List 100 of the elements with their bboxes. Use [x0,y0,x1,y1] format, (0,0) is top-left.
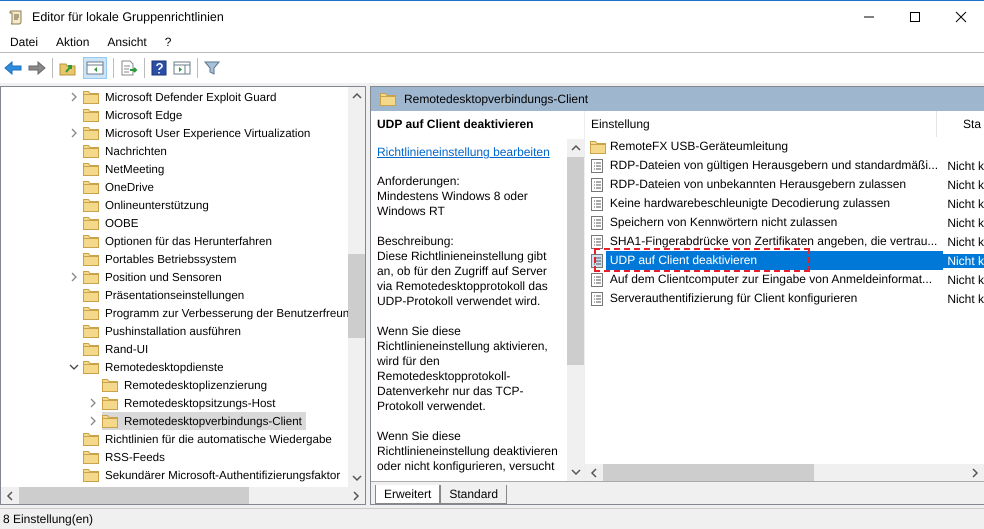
forward-arrow-icon[interactable] [28,60,46,76]
expand-chevron-icon[interactable] [69,128,79,138]
list-row[interactable]: RDP-Dateien von gültigen Herausgebern und standardmäßi... Nicht k [585,156,984,175]
tree-item[interactable]: Microsoft Edge [83,106,186,124]
folder-icon [83,252,99,266]
scroll-thumb[interactable] [348,254,365,338]
tree-item[interactable]: Pushinstallation ausführen [83,322,245,340]
scroll-right-icon[interactable] [352,490,360,500]
scroll-left-icon[interactable] [6,490,14,500]
folder-icon [83,162,99,176]
menu-item[interactable]: ? [158,35,178,49]
tree-item[interactable]: Nachrichten [83,142,171,160]
setting-name: SHA1-Fingerabdrücke von Zertifikaten angeben, die vertrau... [608,233,938,250]
folder-icon [102,378,118,392]
expand-chevron-icon[interactable] [88,416,98,426]
folder-icon [83,306,99,320]
tree-item[interactable]: OOBE [83,214,143,232]
description-text: Beschreibung: Diese Richtlinieneinstellung gibt an, ob für den Zugriff auf Server via Remotedesktopprotokoll das UDP-Protokoll verwendet wird. [377,234,549,309]
menu-item[interactable]: Aktion [50,35,96,49]
scroll-thumb[interactable] [603,464,814,481]
folder-icon [83,126,99,140]
setting-name: RemoteFX USB-Geräteumleitung [609,138,790,155]
expand-chevron-icon[interactable] [88,398,98,408]
scrollbar[interactable] [567,139,584,481]
state-text: Nicht k [946,234,984,248]
state-text: Nicht k [943,254,984,268]
column-header[interactable]: Einstellung [585,111,937,137]
close-icon[interactable] [955,10,967,22]
export-list-icon[interactable] [120,60,138,76]
document-icon [590,176,604,192]
menu-item[interactable]: Ansicht [101,35,153,49]
tab[interactable]: Erweitert [375,485,440,504]
scrollbar[interactable] [348,87,365,487]
scroll-up-icon[interactable] [570,144,580,152]
folder-icon [83,324,99,338]
tree-item[interactable]: RSS-Feeds [83,448,169,466]
folder-icon [83,342,99,356]
setting-name: Auf dem Clientcomputer zur Eingabe von Anmeldeinformat... [608,271,934,288]
scroll-right-icon[interactable] [971,468,979,478]
column-header[interactable]: Sta [937,111,984,137]
back-arrow-icon[interactable] [4,60,22,76]
menu-item[interactable]: Datei [4,35,44,49]
tree-toggle-button[interactable] [83,57,107,79]
document-icon [590,252,604,268]
document-icon [590,214,604,230]
tree-item[interactable]: OneDrive [83,178,158,196]
tree-item[interactable]: Remotedesktopdienste [83,358,228,376]
setting-name: Keine hardwarebeschleunigte Decodierung zulassen [608,195,892,212]
tree-item[interactable]: Richtlinien für die automatische Wiedergabe [83,430,336,448]
folder-icon [83,450,99,464]
folder-icon [83,360,99,374]
list-row[interactable]: Speichern von Kennwörtern nicht zulassen Nicht k [585,213,984,232]
tree-item[interactable]: Präsentationseinstellungen [83,286,248,304]
filter-icon[interactable] [204,60,220,76]
setting-name: RDP-Dateien von unbekannten Herausgebern zulassen [608,176,908,193]
tree-item[interactable]: Portables Betriebssystem [83,250,240,268]
scroll-thumb[interactable] [567,157,584,366]
scroll-up-icon[interactable] [352,92,362,100]
state-text: Nicht k [946,272,984,286]
tree-item[interactable]: NetMeeting [83,160,168,178]
scroll-thumb[interactable] [19,487,249,504]
folder-icon [83,198,99,212]
state-text: Nicht k [946,158,984,172]
list-row[interactable]: RDP-Dateien von unbekannten Herausgebern zulassen Nicht k [585,175,984,194]
tree-item[interactable]: Optionen für das Herunterfahren [83,232,276,250]
pane-toggle-icon[interactable] [173,60,191,76]
list-row[interactable]: Keine hardwarebeschleunigte Decodierung zulassen Nicht k [585,194,984,213]
collapse-chevron-icon[interactable] [69,362,79,372]
tree-item[interactable]: Remotedesktopverbindungs-Client [102,412,306,430]
tree-item[interactable]: Microsoft Defender Exploit Guard [83,88,280,106]
tree-item[interactable]: Rand-UI [83,340,152,358]
list-row[interactable]: RemoteFX USB-Geräteumleitung [585,137,984,156]
tree-item[interactable]: Microsoft User Experience Virtualization [83,124,314,142]
list-row[interactable]: SHA1-Fingerabdrücke von Zertifikaten angeben, die vertrau... Nicht k [585,232,984,251]
maximize-icon[interactable] [909,10,921,22]
scroll-down-icon[interactable] [570,468,580,476]
tree-item[interactable]: Position und Sensoren [83,268,226,286]
scrollbar[interactable] [585,464,984,481]
setting-name: Serverauthentifizierung für Client konfigurieren [608,290,858,307]
setting-name: Speichern von Kennwörtern nicht zulassen [608,214,838,231]
tree-item[interactable]: Remotedesktopsitzungs-Host [102,394,280,412]
scrollbar[interactable] [1,487,365,504]
list-row[interactable]: Auf dem Clientcomputer zur Eingabe von Anmeldeinformat... Nicht k [585,270,984,289]
expand-chevron-icon[interactable] [69,92,79,102]
tree-item[interactable]: Remotedesktoplizenzierung [102,376,272,394]
help-icon[interactable] [151,60,167,76]
list-row[interactable]: Serverauthentifizierung für Client konfigurieren Nicht k [585,289,984,308]
folder-icon [83,270,99,284]
state-text: Nicht k [946,178,984,192]
scroll-down-icon[interactable] [352,474,362,482]
tab[interactable]: Standard [440,485,508,504]
tree-item[interactable]: Onlineunterstützung [83,196,213,214]
folder-icon [83,144,99,158]
scroll-left-icon[interactable] [590,468,598,478]
edit-policy-link[interactable]: Richtlinieneinstellung bearbeiten [377,145,550,159]
tree-item[interactable]: Sekundärer Microsoft-Authentifizierungsfaktor [83,466,344,484]
folder-icon [83,234,99,248]
expand-chevron-icon[interactable] [69,272,79,282]
policy-title: UDP auf Client deaktivieren [376,116,534,133]
list-row[interactable]: UDP auf Client deaktivieren Nicht k [585,251,984,270]
